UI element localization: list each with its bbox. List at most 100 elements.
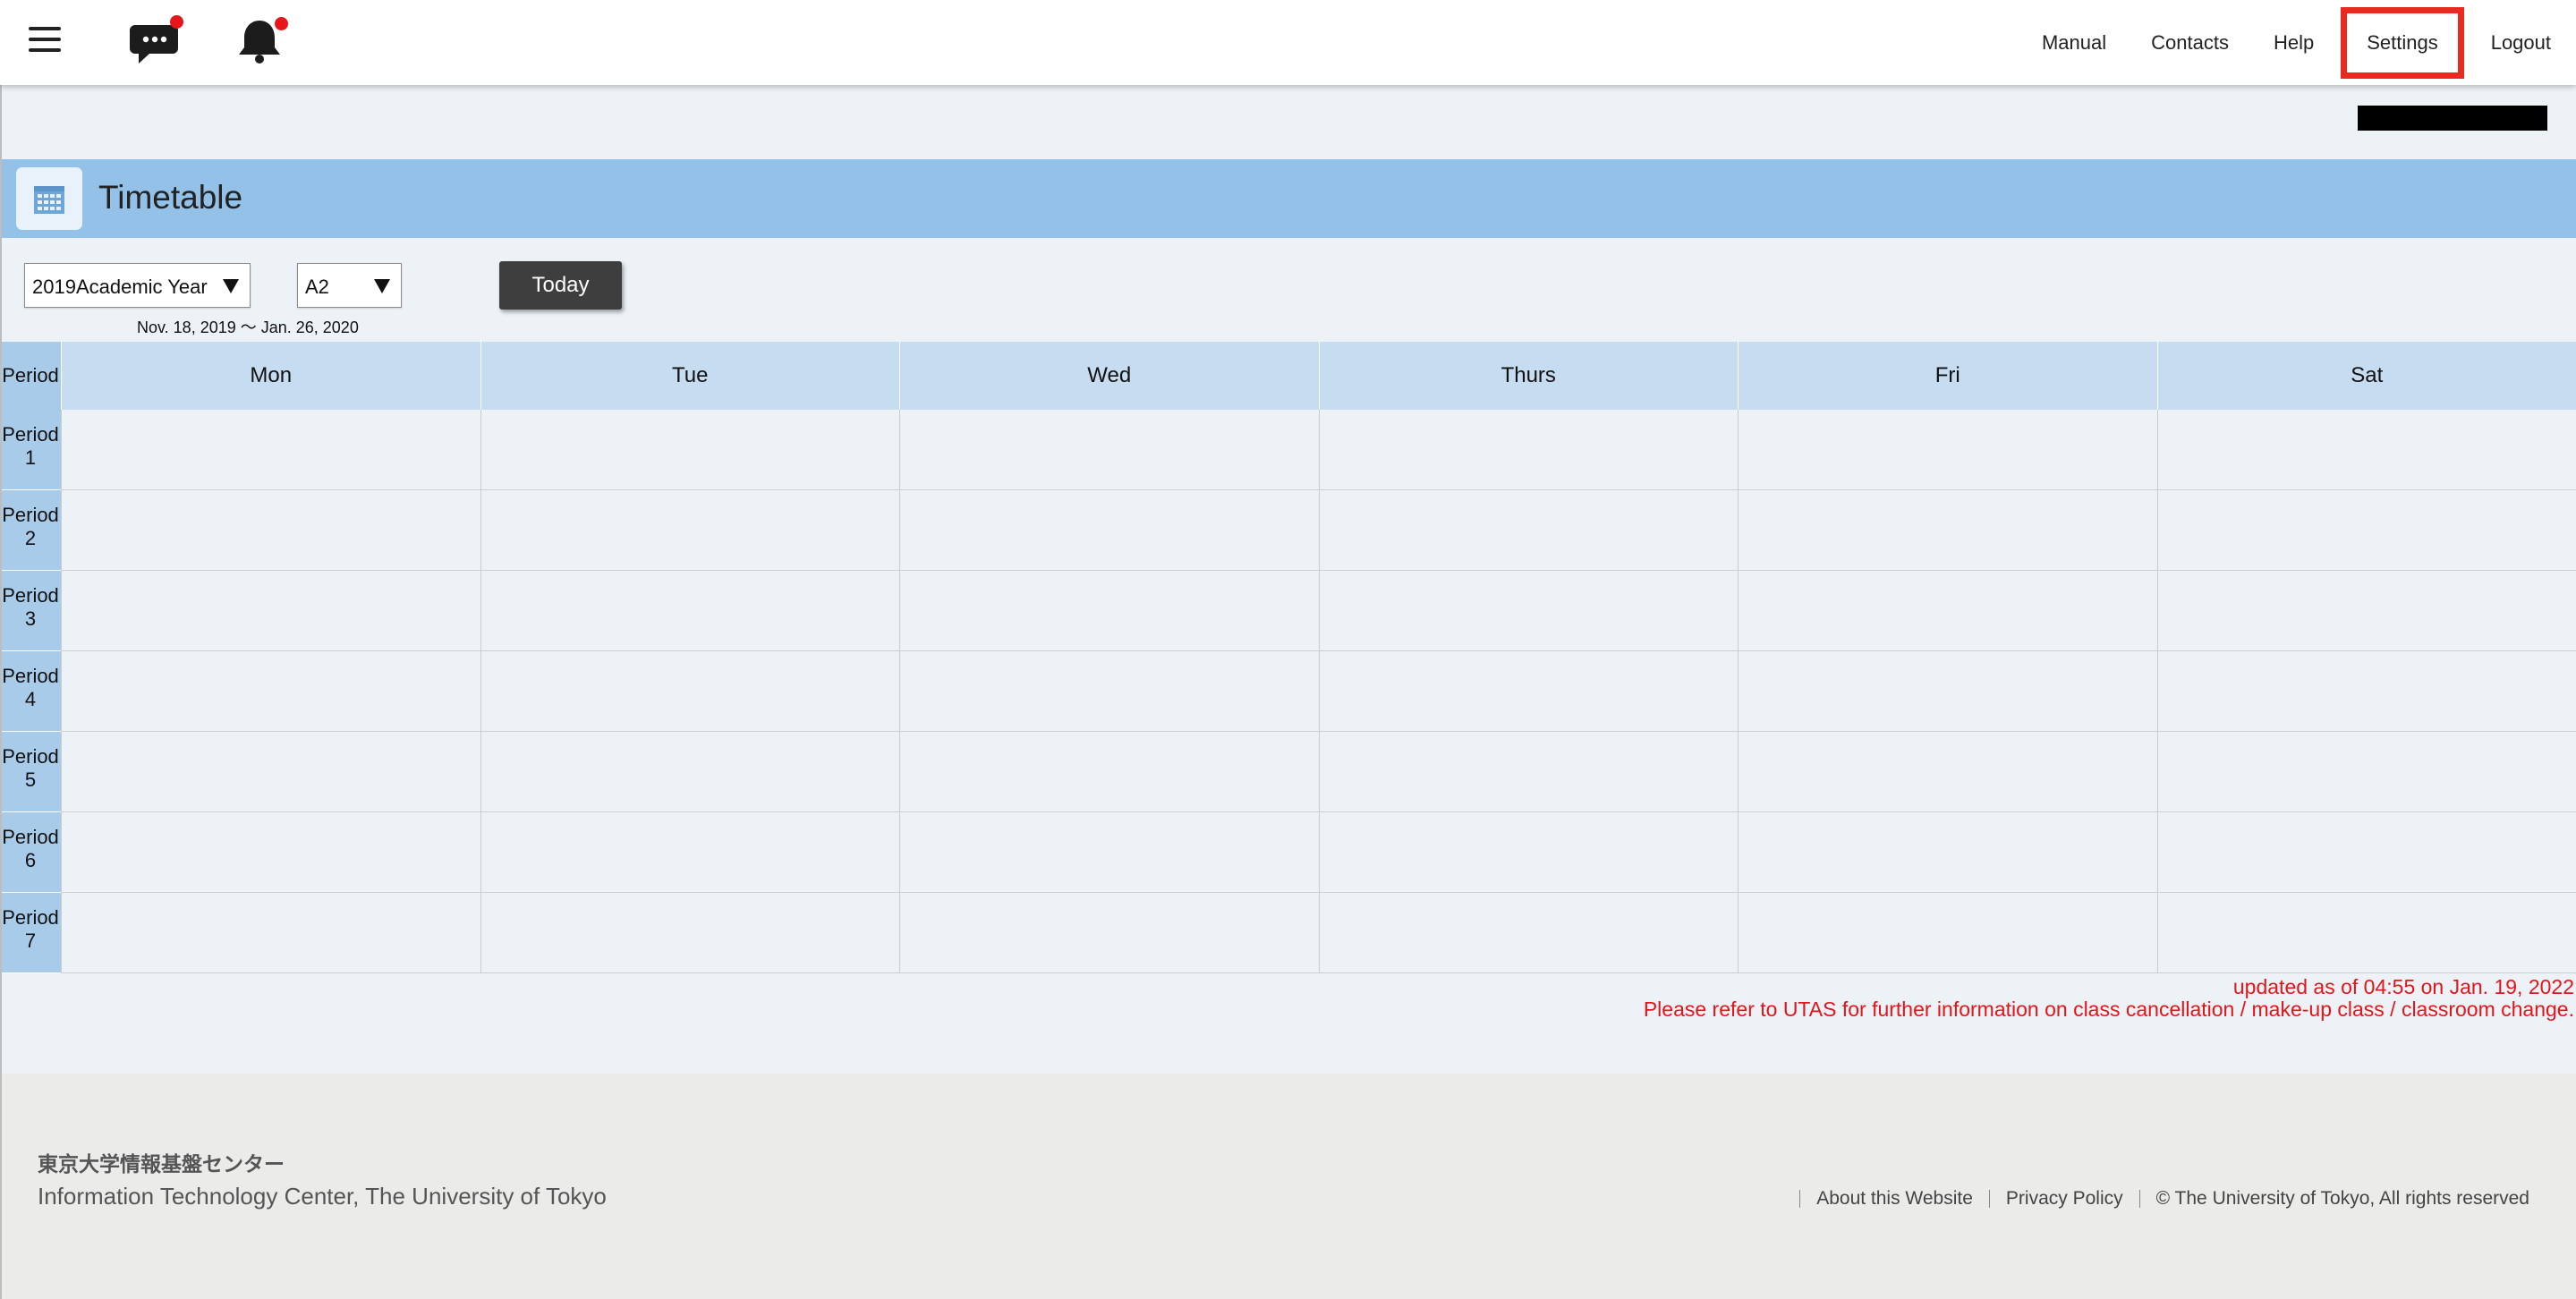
footer-divider (1799, 1190, 1801, 1208)
timetable-cell-sat-5[interactable] (2156, 732, 2576, 811)
period-number: 5 (24, 768, 37, 791)
timetable-cell-wed-3[interactable] (899, 571, 1319, 650)
timetable-cell-tue-6[interactable] (480, 812, 900, 892)
period-number: 1 (24, 446, 37, 469)
timetable-cell-mon-3[interactable] (61, 571, 480, 650)
calendar-icon (16, 167, 82, 230)
timetable-cell-mon-2[interactable] (61, 490, 480, 570)
footer-divider (1988, 1190, 1990, 1208)
timetable-cell-mon-7[interactable] (61, 893, 480, 972)
day-header-thurs: Thurs (1318, 342, 1739, 410)
timetable-cell-wed-5[interactable] (899, 732, 1319, 811)
nav-contacts-link[interactable]: Contacts (2151, 31, 2229, 55)
timetable-cell-wed-2[interactable] (899, 490, 1319, 570)
timetable-cell-mon-5[interactable] (61, 732, 480, 811)
top-bar: Manual Contacts Help Settings Logout (0, 0, 2576, 85)
timetable-cell-wed-6[interactable] (899, 812, 1319, 892)
academic-year-value: 2019Academic Year (32, 276, 208, 298)
timetable-cell-thurs-5[interactable] (1318, 732, 1739, 811)
timetable-cell-sat-7[interactable] (2156, 893, 2576, 972)
period-word: Period (2, 504, 59, 526)
nav-manual-link[interactable]: Manual (2042, 31, 2106, 55)
period-row-4: Period 4 (0, 651, 2576, 732)
timetable-cell-tue-1[interactable] (480, 410, 900, 489)
page-title-band: Timetable (0, 159, 2576, 238)
timetable-cell-fri-3[interactable] (1738, 571, 2157, 650)
period-label: Period 2 (0, 490, 61, 571)
timetable-header-row: Period Mon Tue Wed Thurs Fri Sat (0, 342, 2576, 410)
term-value: A2 (305, 276, 329, 298)
hamburger-menu-icon[interactable] (29, 27, 61, 52)
period-number: 6 (24, 849, 37, 871)
term-select[interactable]: A2 (297, 263, 402, 308)
dropdown-arrow-icon (374, 279, 390, 293)
period-row-3: Period 3 (0, 571, 2576, 651)
timetable-cell-mon-6[interactable] (61, 812, 480, 892)
period-word: Period (2, 665, 59, 687)
footer-links: About this Website Privacy Policy © The … (1783, 1188, 2529, 1210)
day-header-sat: Sat (2156, 342, 2576, 410)
timetable-cell-thurs-2[interactable] (1318, 490, 1739, 570)
timetable-cell-sat-2[interactable] (2156, 490, 2576, 570)
timetable-cell-sat-1[interactable] (2156, 410, 2576, 489)
day-header-fri: Fri (1738, 342, 2157, 410)
timetable-cell-fri-4[interactable] (1738, 651, 2157, 731)
period-label: Period 6 (0, 812, 61, 893)
about-website-link[interactable]: About this Website (1816, 1188, 1973, 1210)
timetable-cell-tue-3[interactable] (480, 571, 900, 650)
period-label: Period 4 (0, 651, 61, 732)
page-title: Timetable (98, 179, 243, 216)
period-word: Period (2, 906, 59, 929)
today-button[interactable]: Today (499, 261, 622, 310)
nav-help-link[interactable]: Help (2274, 31, 2314, 55)
period-number: 3 (24, 607, 37, 630)
timetable-cell-wed-7[interactable] (899, 893, 1319, 972)
term-date-range: Nov. 18, 2019 〜 Jan. 26, 2020 (137, 318, 359, 336)
timetable-cell-sat-4[interactable] (2156, 651, 2576, 731)
utas-notice: Please refer to UTAS for further informa… (1643, 998, 2574, 1021)
footer-org-english: Information Technology Center, The Unive… (38, 1183, 607, 1210)
timetable-cell-thurs-1[interactable] (1318, 410, 1739, 489)
timetable-cell-fri-7[interactable] (1738, 893, 2157, 972)
period-row-2: Period 2 (0, 490, 2576, 571)
nav-logout-link[interactable]: Logout (2491, 31, 2551, 55)
period-row-6: Period 6 (0, 812, 2576, 893)
academic-year-select[interactable]: 2019Academic Year (24, 263, 251, 308)
period-number: 4 (24, 688, 37, 710)
timetable-cell-fri-2[interactable] (1738, 490, 2157, 570)
timetable-cell-tue-4[interactable] (480, 651, 900, 731)
period-word: Period (2, 826, 59, 848)
period-row-7: Period 7 (0, 893, 2576, 973)
timetable-cell-fri-1[interactable] (1738, 410, 2157, 489)
nav-settings-link[interactable]: Settings (2341, 6, 2464, 79)
timetable-cell-sat-6[interactable] (2156, 812, 2576, 892)
left-edge-divider (0, 85, 2, 1299)
timetable-cell-tue-5[interactable] (480, 732, 900, 811)
day-header-mon: Mon (61, 342, 480, 410)
period-column-header: Period (0, 342, 61, 410)
timetable-cell-tue-2[interactable] (480, 490, 900, 570)
timetable-cell-wed-4[interactable] (899, 651, 1319, 731)
timetable-cell-wed-1[interactable] (899, 410, 1319, 489)
timetable-cell-mon-4[interactable] (61, 651, 480, 731)
timetable-cell-fri-6[interactable] (1738, 812, 2157, 892)
day-header-wed: Wed (899, 342, 1319, 410)
timetable-cell-thurs-3[interactable] (1318, 571, 1739, 650)
dropdown-arrow-icon (223, 279, 239, 293)
timetable-cell-fri-5[interactable] (1738, 732, 2157, 811)
timetable-cell-mon-1[interactable] (61, 410, 480, 489)
chat-bubble-icon[interactable] (128, 13, 185, 70)
timetable-cell-thurs-4[interactable] (1318, 651, 1739, 731)
top-nav: Manual Contacts Help Settings Logout (2019, 0, 2576, 85)
timetable-cell-thurs-6[interactable] (1318, 812, 1739, 892)
timetable-cell-tue-7[interactable] (480, 893, 900, 972)
period-word: Period (2, 584, 59, 607)
timetable-cell-thurs-7[interactable] (1318, 893, 1739, 972)
bell-icon[interactable] (231, 13, 288, 70)
footer-divider (2138, 1190, 2140, 1208)
notifications-badge (275, 17, 288, 30)
timetable-cell-sat-3[interactable] (2156, 571, 2576, 650)
period-label: Period 1 (0, 410, 61, 490)
period-label: Period 5 (0, 732, 61, 812)
privacy-policy-link[interactable]: Privacy Policy (2006, 1188, 2123, 1210)
